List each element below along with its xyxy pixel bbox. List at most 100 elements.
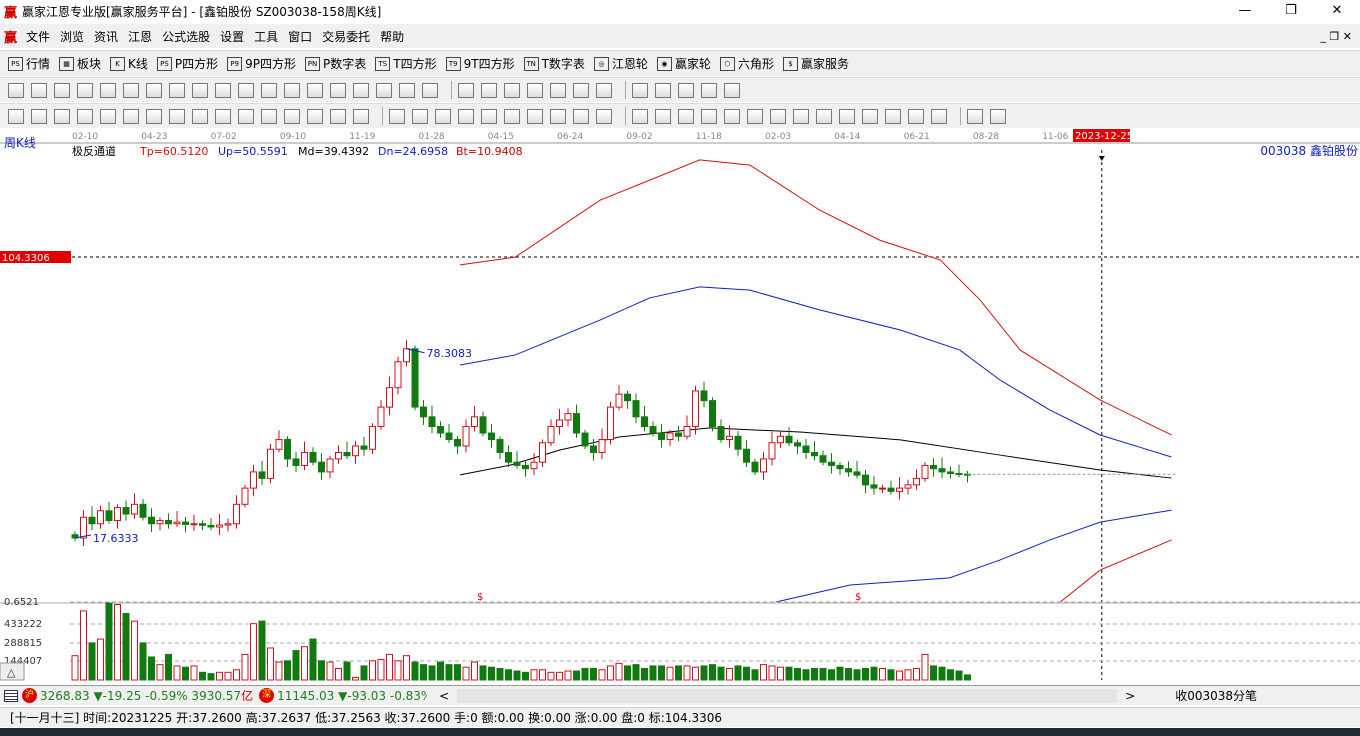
toolbar-t-square-button[interactable]: TS T四方形 [375, 55, 437, 72]
kline-chart[interactable]: 02-10 04-23 07-02 09-10 11-19 01-28 04-15 06-24… [0, 128, 1360, 682]
tool-line1-icon[interactable] [504, 82, 520, 98]
tool-d-icon[interactable] [123, 82, 139, 98]
menu-item-0[interactable]: 文件 [26, 28, 50, 45]
tool-d5-icon[interactable] [481, 108, 497, 124]
tool-b-icon[interactable] [77, 82, 93, 98]
tool-d2-icon[interactable] [412, 108, 428, 124]
tool-e7-icon[interactable] [770, 108, 786, 124]
toolbar-winner-wheel-button[interactable]: ◉ 赢家轮 [656, 55, 711, 72]
tool-t3-icon[interactable] [54, 108, 70, 124]
tool-f-icon[interactable] [169, 82, 185, 98]
tool-t1-icon[interactable] [8, 108, 24, 124]
toolbar-t-number-table-button[interactable]: TN T数字表 [523, 55, 585, 72]
close-button[interactable]: ✕ [1314, 0, 1360, 22]
toolbar-9t-square-button[interactable]: T9 9T四方形 [445, 55, 515, 72]
tool-e9-icon[interactable] [816, 108, 832, 124]
toolbar-p-number-table-button[interactable]: PN P数字表 [305, 55, 366, 72]
tool-d6-icon[interactable] [504, 108, 520, 124]
tool-t6-icon[interactable] [123, 108, 139, 124]
menu-item-3[interactable]: 江恩 [128, 28, 152, 45]
tool-e8-icon[interactable] [793, 108, 809, 124]
collect-ticks-button[interactable]: 收003038分笔 [1175, 687, 1257, 704]
menu-item-5[interactable]: 设置 [220, 28, 244, 45]
toolbar-kline-button[interactable]: K K线 [110, 55, 148, 72]
menu-item-8[interactable]: 交易委托 [322, 28, 370, 45]
tool-t14-icon[interactable] [307, 108, 323, 124]
save-icon[interactable] [678, 82, 694, 98]
tool-e3-icon[interactable] [678, 108, 694, 124]
tool-g-icon[interactable] [192, 82, 208, 98]
menu-item-6[interactable]: 工具 [254, 28, 278, 45]
tool-e2-icon[interactable] [655, 108, 671, 124]
left-icon[interactable] [284, 82, 300, 98]
tool-t4-icon[interactable] [77, 108, 93, 124]
tool-t15-icon[interactable] [330, 108, 346, 124]
menu-item-7[interactable]: 窗口 [288, 28, 312, 45]
toolbar-hexagon-button[interactable]: ⬡ 六角形 [719, 55, 774, 72]
tool-d8-icon[interactable] [550, 108, 566, 124]
toolbar-p-square-button[interactable]: PS P四方形 [156, 55, 218, 72]
tool-t16-icon[interactable] [353, 108, 369, 124]
right-icon[interactable] [307, 82, 323, 98]
chart-icon[interactable] [655, 82, 671, 98]
tool-t11-icon[interactable] [238, 108, 254, 124]
tool-t2-icon[interactable] [31, 108, 47, 124]
tool-e13-icon[interactable] [908, 108, 924, 124]
tool-d10-icon[interactable] [596, 108, 612, 124]
prev-icon[interactable] [261, 82, 277, 98]
horizontal-scrollbar[interactable] [457, 688, 1118, 703]
toolbar-9p-square-button[interactable]: P9 9P四方形 [227, 55, 296, 72]
tool-e-icon[interactable] [146, 82, 162, 98]
menu-item-2[interactable]: 资讯 [94, 28, 118, 45]
crosshair-icon[interactable] [481, 82, 497, 98]
tool-line3-icon[interactable] [550, 82, 566, 98]
tool-e1-icon[interactable] [632, 108, 648, 124]
scroll-left-button[interactable]: < [439, 689, 449, 703]
infinity-icon[interactable] [990, 108, 1006, 124]
toolbar-quotes-button[interactable]: PS 行情 [8, 55, 50, 72]
menu-item-1[interactable]: 浏览 [60, 28, 84, 45]
tool-c-icon[interactable] [100, 82, 116, 98]
first-icon[interactable] [238, 82, 254, 98]
print-icon[interactable] [701, 82, 717, 98]
globe-icon[interactable] [967, 108, 983, 124]
period-icon[interactable] [8, 82, 24, 98]
minimize-button[interactable]: — [1222, 0, 1268, 22]
tool-e10-icon[interactable] [839, 108, 855, 124]
tool-e11-icon[interactable] [862, 108, 878, 124]
tool-e4-icon[interactable] [701, 108, 717, 124]
tool-e14-icon[interactable] [931, 108, 947, 124]
tool-t8-icon[interactable] [169, 108, 185, 124]
tool-t13-icon[interactable] [284, 108, 300, 124]
tool-t9-icon[interactable] [192, 108, 208, 124]
hand-icon[interactable] [458, 82, 474, 98]
toolbar-sector-button[interactable]: ▦ 板块 [59, 55, 101, 72]
toolbar-winner-service-button[interactable]: $ 赢家服务 [782, 55, 849, 72]
tool-y1-icon[interactable] [330, 82, 346, 98]
tool-t5-icon[interactable] [100, 108, 116, 124]
tool-t7-icon[interactable] [146, 108, 162, 124]
tool-y3-icon[interactable] [376, 82, 392, 98]
scroll-right-button[interactable]: > [1125, 689, 1135, 703]
tool-d3-icon[interactable] [435, 108, 451, 124]
mdi-controls[interactable]: _ ❐ ✕ [1320, 30, 1352, 43]
toolbar-gann-wheel-button[interactable]: ◎ 江恩轮 [593, 55, 648, 72]
tool-d9-icon[interactable] [573, 108, 589, 124]
calendar-icon[interactable] [632, 82, 648, 98]
tool-a-icon[interactable] [54, 82, 70, 98]
tool-t12-icon[interactable] [261, 108, 277, 124]
tool-e12-icon[interactable] [885, 108, 901, 124]
tool-e6-icon[interactable] [747, 108, 763, 124]
tool-t10-icon[interactable] [215, 108, 231, 124]
tool-e5-icon[interactable] [724, 108, 740, 124]
tool-line5-icon[interactable] [596, 82, 612, 98]
tool-d4-icon[interactable] [458, 108, 474, 124]
tool-line2-icon[interactable] [527, 82, 543, 98]
tool-d1-icon[interactable] [389, 108, 405, 124]
grid-icon[interactable] [4, 689, 18, 702]
tool-y5-icon[interactable] [422, 82, 438, 98]
tool-y4-icon[interactable] [399, 82, 415, 98]
tool-line4-icon[interactable] [573, 82, 589, 98]
user-icon[interactable] [724, 82, 740, 98]
restore-button[interactable]: ❐ [1268, 0, 1314, 22]
